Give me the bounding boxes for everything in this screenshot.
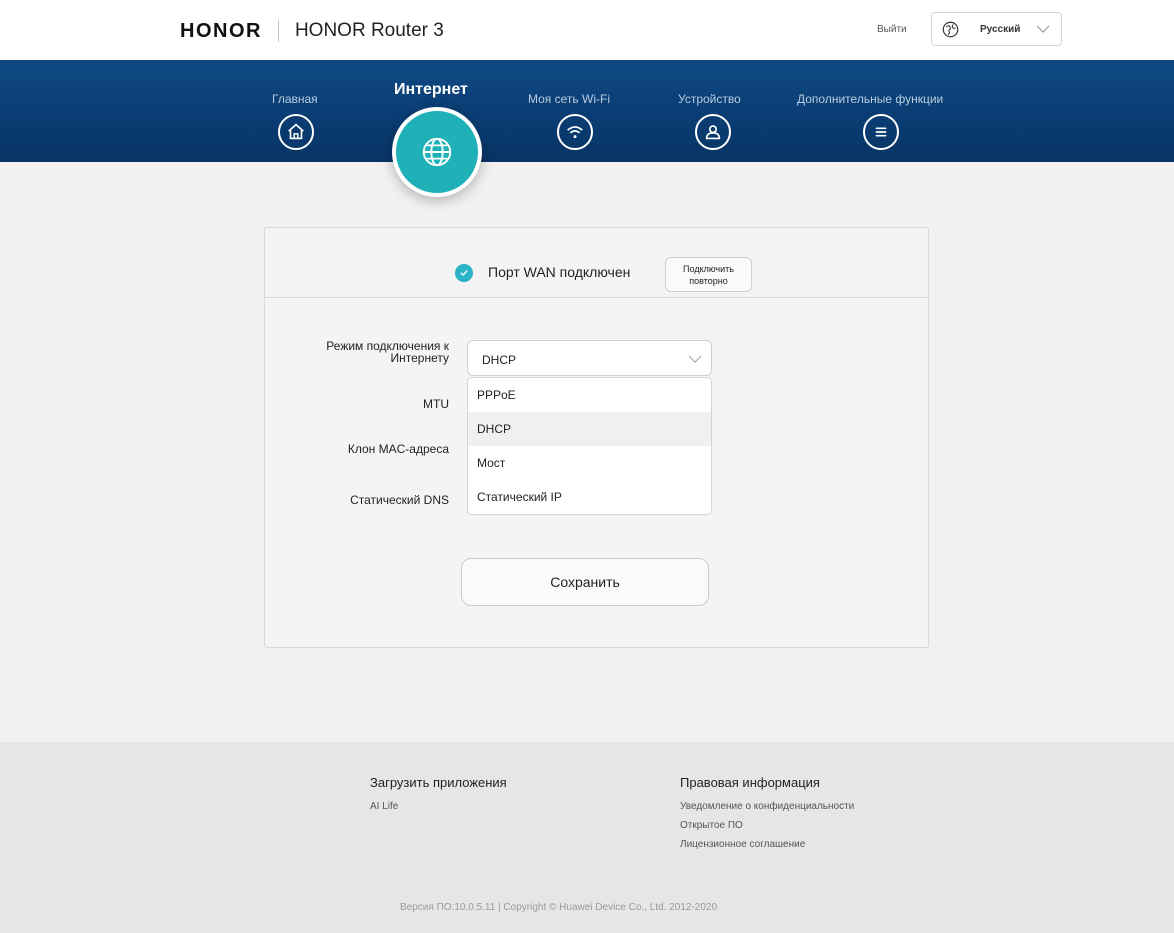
wan-status-text: Порт WAN подключен (488, 264, 631, 280)
router-model-title: HONOR Router 3 (294, 20, 444, 41)
save-button[interactable]: Сохранить (461, 558, 709, 606)
top-header: HONOR HONOR Router 3 Выйти Русский (0, 0, 1174, 60)
language-select[interactable]: Русский (931, 12, 1062, 46)
connection-mode-label: Режим подключения к Интернету (326, 340, 449, 364)
nav-label-internet: Интернет (394, 81, 468, 98)
wan-settings-card: Порт WAN подключен Подключить повторно Р… (264, 227, 929, 648)
menu-icon (863, 114, 899, 150)
brand-divider (277, 20, 279, 42)
privacy-link[interactable]: Уведомление о конфиденциальности (680, 801, 854, 812)
brand: HONOR HONOR Router 3 (180, 16, 444, 46)
reconnect-button[interactable]: Подключить повторно (665, 257, 752, 292)
option-pppoe[interactable]: PPPoE (468, 378, 711, 412)
globe-icon (942, 21, 959, 38)
check-icon (455, 264, 473, 282)
copyright-text: Версия ПО:10.0.5.11 | Copyright © Huawei… (400, 902, 718, 913)
wan-status-bar: Порт WAN подключен Подключить повторно (265, 228, 928, 298)
ai-life-link[interactable]: AI Life (370, 801, 398, 812)
legal-heading: Правовая информация (680, 775, 820, 790)
license-link[interactable]: Лицензионное соглашение (680, 839, 805, 850)
nav-label-devices: Устройство (678, 92, 741, 106)
open-source-link[interactable]: Открытое ПО (680, 820, 743, 831)
nav-label-wifi: Моя сеть Wi-Fi (528, 92, 610, 106)
brand-logo: HONOR (180, 19, 262, 42)
home-icon (278, 114, 314, 150)
option-dhcp[interactable]: DHCP (468, 412, 711, 446)
chevron-down-icon (688, 355, 702, 363)
logout-link[interactable]: Выйти (877, 24, 907, 35)
reconnect-label-2: повторно (689, 276, 728, 286)
option-static-ip[interactable]: Статический IP (468, 480, 711, 514)
globe-icon (422, 137, 452, 167)
user-icon (695, 114, 731, 150)
internet-active-circle[interactable] (392, 107, 482, 197)
reconnect-label-1: Подключить (683, 264, 734, 274)
nav-label-home: Главная (272, 92, 318, 106)
chevron-down-icon (1036, 25, 1050, 33)
option-bridge[interactable]: Мост (468, 446, 711, 480)
apps-heading: Загрузить приложения (370, 775, 507, 790)
static-dns-label: Статический DNS (350, 493, 449, 507)
mtu-label: MTU (423, 397, 449, 411)
mac-clone-label: Клон MAC-адреса (347, 442, 449, 456)
connection-mode-value: DHCP (482, 353, 517, 367)
language-label: Русский (980, 24, 1021, 35)
page-footer: Загрузить приложения AI Life Правовая ин… (0, 742, 1174, 933)
connection-mode-select[interactable]: DHCP (467, 340, 712, 376)
wifi-icon (557, 114, 593, 150)
connection-mode-dropdown: PPPoE DHCP Мост Статический IP (467, 377, 712, 515)
nav-label-more: Дополнительные функции (797, 92, 944, 106)
main-nav: Главная Интернет Моя сеть Wi-Fi Устройст… (0, 60, 1174, 162)
connection-mode-label-2: Интернету (390, 351, 450, 365)
